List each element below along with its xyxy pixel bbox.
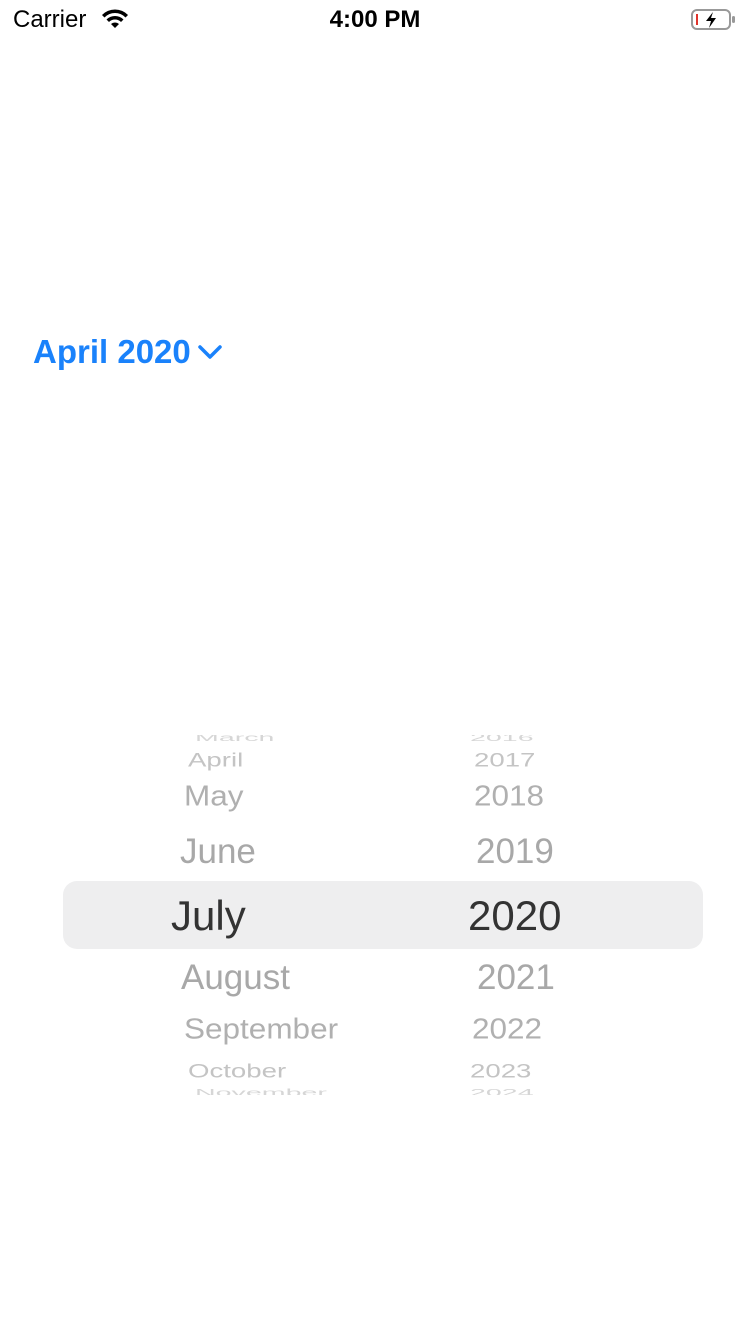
month-option[interactable]: October [188, 1061, 286, 1083]
year-option[interactable]: 2019 [476, 832, 554, 872]
year-option[interactable]: 2016 [470, 735, 534, 744]
date-label: April 2020 [33, 333, 191, 370]
month-option[interactable]: June [180, 832, 256, 872]
month-option[interactable]: November [195, 1087, 327, 1095]
year-option[interactable]: 2023 [470, 1061, 531, 1083]
year-option[interactable]: 2017 [474, 750, 535, 772]
chevron-down-icon [198, 345, 222, 359]
month-option[interactable]: August [181, 958, 290, 998]
battery-charging-icon [691, 9, 735, 30]
month-option[interactable]: March [195, 735, 274, 744]
month-option[interactable]: April [188, 750, 243, 772]
selection-indicator [63, 881, 703, 949]
month-option[interactable]: May [184, 781, 244, 813]
selected-year[interactable]: 2020 [468, 892, 561, 940]
year-option[interactable]: 2022 [472, 1014, 542, 1046]
month-year-wheel-picker[interactable]: March April May June July August September Octo… [0, 735, 750, 1095]
year-option[interactable]: 2021 [477, 958, 555, 998]
year-option[interactable]: 2018 [474, 781, 544, 813]
month-option[interactable]: September [184, 1014, 338, 1046]
month-year-picker-button[interactable]: April 2020 [33, 333, 223, 371]
year-option[interactable]: 2024 [470, 1087, 534, 1095]
status-bar: Carrier 4:00 PM [0, 0, 750, 40]
clock: 4:00 PM [329, 6, 421, 33]
selected-month[interactable]: July [171, 892, 246, 940]
